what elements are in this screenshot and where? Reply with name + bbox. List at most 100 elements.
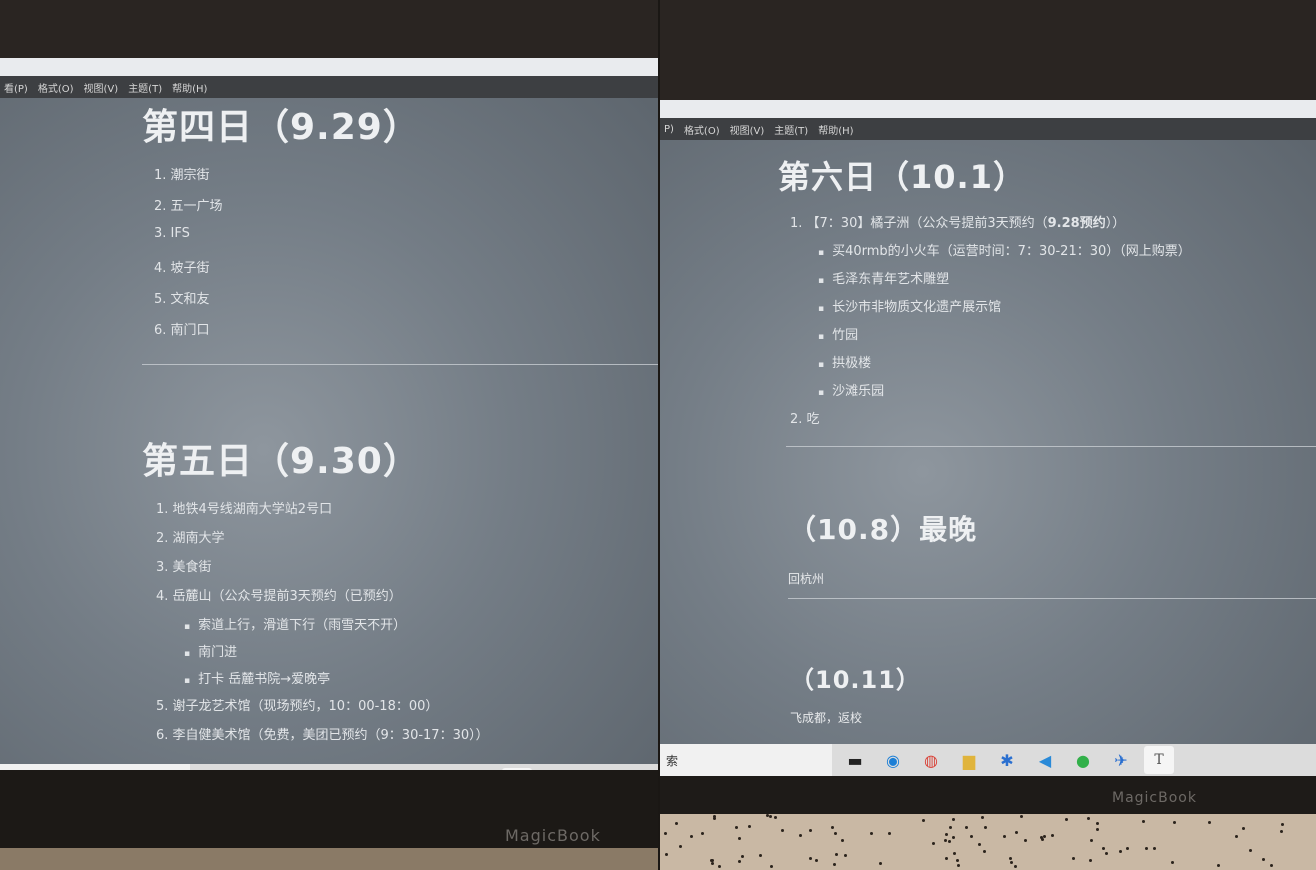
menu-item-view[interactable]: P) <box>664 124 674 135</box>
sub-list-item: 长沙市非物质文化遗产展示馆 <box>818 296 1191 324</box>
sub-list-item: 拱极楼 <box>818 352 1191 380</box>
desk-speckle <box>1208 821 1211 824</box>
list-item: 2. 吃 <box>790 412 820 427</box>
vscode-icon[interactable]: ◀ <box>388 768 418 770</box>
day4-section: 第四日（9.29） 1. 潮宗街 2. 五一广场 3. IFS 4. 坡子街 5… <box>142 98 420 350</box>
menu-item-theme[interactable]: 主题(T) <box>128 80 162 95</box>
wechat-icon[interactable]: ● <box>426 768 456 770</box>
task-view-icon[interactable]: ▬ <box>840 746 870 774</box>
desk-speckle <box>1009 857 1012 860</box>
menu-item-theme[interactable]: 主题(T) <box>774 122 808 137</box>
taskbar-search-box[interactable]: 索 <box>660 744 832 776</box>
desk-speckle <box>1090 839 1093 842</box>
screen-bezel-top <box>660 0 1316 100</box>
desk-speckle <box>984 826 987 829</box>
sub-list-item: 毛泽东青年艺术雕塑 <box>818 268 1191 296</box>
desk-speckle <box>1217 864 1220 867</box>
desk-speckle <box>1173 821 1176 824</box>
edge-icon[interactable]: ◉ <box>236 768 266 770</box>
day6-heading: 第六日（10.1） <box>778 158 1026 196</box>
desk-speckle <box>956 859 959 862</box>
menu-item-format[interactable]: 格式(O) <box>684 122 720 137</box>
sub-list-item: 南门进 <box>184 641 489 668</box>
edge-icon[interactable]: ◉ <box>878 746 908 774</box>
screen-right: P) 格式(O) 视图(V) 主题(T) 帮助(H) 第六日（10.1） 1. … <box>660 100 1316 776</box>
bird-app-icon[interactable]: ✈ <box>1106 746 1136 774</box>
screen-bezel-top <box>0 0 658 58</box>
app-star-icon[interactable]: ✱ <box>992 746 1022 774</box>
desk-speckle <box>1065 818 1068 821</box>
typora-icon[interactable]: T <box>1144 746 1174 774</box>
desk-speckle <box>781 829 784 832</box>
menu-item-view[interactable]: 看(P) <box>4 80 28 95</box>
vscode-icon[interactable]: ◀ <box>1030 746 1060 774</box>
wechat-icon[interactable]: ● <box>1068 746 1098 774</box>
desk-speckle <box>952 836 955 839</box>
latest-heading: （10.8）最晚 <box>788 513 978 546</box>
desk-speckle <box>948 840 951 843</box>
desk-speckle <box>769 815 772 818</box>
desk-speckle <box>1014 865 1017 868</box>
desk-speckle <box>710 859 713 862</box>
desk-speckle <box>1126 847 1129 850</box>
item-text: 1. 【7：30】橘子洲（公众号提前3天预约（ <box>790 216 1048 231</box>
desk-speckle <box>1171 861 1174 864</box>
chrome-icon[interactable]: ◍ <box>916 746 946 774</box>
sub-list-item: 竹园 <box>818 324 1191 352</box>
desk-speckle <box>664 832 667 835</box>
chrome-icon[interactable]: ◍ <box>274 768 304 770</box>
bird-app-icon[interactable]: ✈ <box>464 768 494 770</box>
file-explorer-icon[interactable]: ▆ <box>954 746 984 774</box>
desk-speckle <box>1096 828 1099 831</box>
file-explorer-icon[interactable]: ▆ <box>312 768 342 770</box>
list-item: 3. 美食街 <box>156 560 212 575</box>
menu-item-view-v[interactable]: 视图(V) <box>730 122 765 137</box>
desk-speckle <box>965 826 968 829</box>
desk-speckle <box>748 825 751 828</box>
desk-speckle <box>1024 839 1027 842</box>
desk-speckle <box>1280 830 1283 833</box>
desk-speckle <box>949 826 952 829</box>
task-view-icon[interactable]: ▬ <box>198 768 228 770</box>
menu-item-help[interactable]: 帮助(H) <box>818 122 853 137</box>
desk-surface <box>0 848 658 870</box>
day6-sublist: 买40rmb的小火车（运营时间：7：30-21：30）（网上购票） 毛泽东青年艺… <box>818 240 1191 408</box>
desk-speckle <box>952 818 955 821</box>
desk-speckle <box>978 843 981 846</box>
menu-item-view-v[interactable]: 视图(V) <box>84 80 119 95</box>
left-photo: 看(P) 格式(O) 视图(V) 主题(T) 帮助(H) 第四日（9.29） 1… <box>0 0 658 870</box>
day6-section: 第六日（10.1） 1. 【7：30】橘子洲（公众号提前3天预约（9.28预约）… <box>778 152 1191 436</box>
brand-label: MagicBook <box>505 826 601 845</box>
desk-speckle <box>735 826 738 829</box>
desk-speckle <box>1262 858 1265 861</box>
day5-list: 1. 地铁4号线湖南大学站2号口 2. 湖南大学 3. 美食街 4. 岳麓山（公… <box>156 498 489 614</box>
desk-speckle <box>945 857 948 860</box>
desk-speckle <box>841 839 844 842</box>
taskbar-search-box[interactable]: 搜索 <box>0 764 190 770</box>
desk-speckle <box>981 816 984 819</box>
right-photo: P) 格式(O) 视图(V) 主题(T) 帮助(H) 第六日（10.1） 1. … <box>660 0 1316 870</box>
desk-speckle <box>690 835 693 838</box>
desk-speckle <box>1270 864 1273 867</box>
taskbar: 索 ▬ ◉ ◍ ▆ ✱ ◀ ● ✈ T <box>660 744 1316 776</box>
divider <box>786 446 1316 447</box>
desk-speckle <box>809 829 812 832</box>
day5-heading: 第五日（9.30） <box>142 441 420 482</box>
desk-speckle <box>766 814 769 817</box>
typora-icon[interactable]: T <box>502 768 532 770</box>
item-text-end: ）） <box>1105 216 1126 231</box>
menu-item-format[interactable]: 格式(O) <box>38 80 74 95</box>
desk-speckle <box>932 842 935 845</box>
desk-speckle <box>1089 859 1092 862</box>
app-star-icon[interactable]: ✱ <box>350 768 380 770</box>
desk-speckle <box>957 864 960 867</box>
sub-list-item: 打卡 岳麓书院→爱晚亭 <box>184 668 489 695</box>
desk-speckle <box>1142 820 1145 823</box>
desk-speckle <box>888 832 891 835</box>
menu-item-help[interactable]: 帮助(H) <box>172 80 207 95</box>
desk-speckle <box>1249 849 1252 852</box>
list-item: 2. 湖南大学 <box>156 531 225 546</box>
desk-speckle <box>1003 835 1006 838</box>
desk-speckle <box>1281 823 1284 826</box>
final-section: （10.11） 飞成都，返校 <box>790 660 921 726</box>
